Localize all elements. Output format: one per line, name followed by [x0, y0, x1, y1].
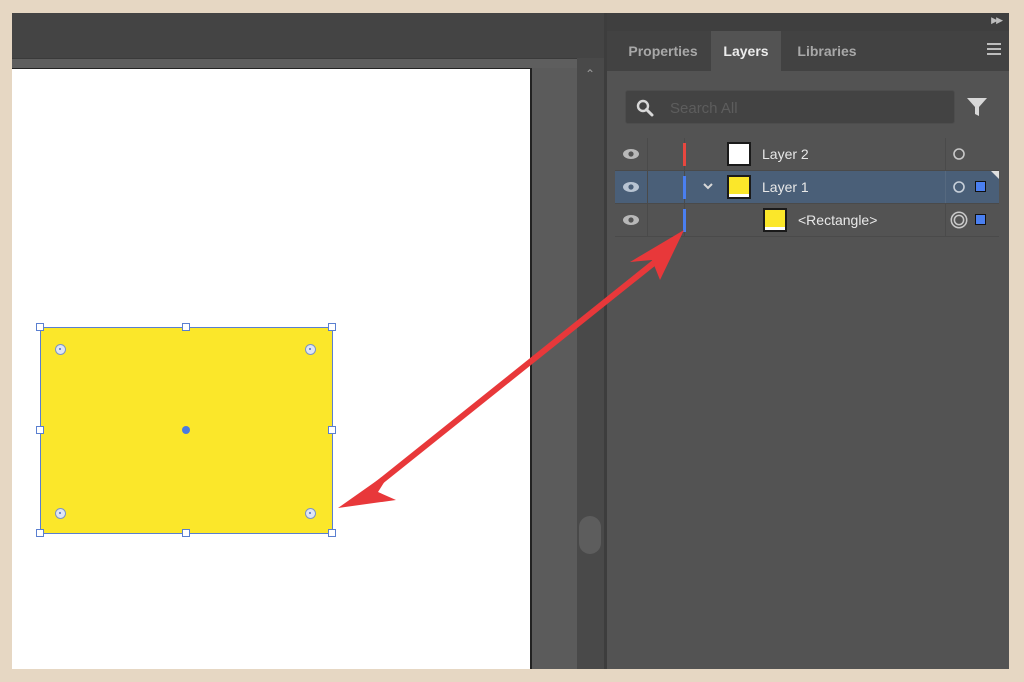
- collapse-panel-icon[interactable]: ▶▶: [991, 15, 1003, 26]
- layer-row-layer-2[interactable]: Layer 2: [615, 138, 999, 171]
- resize-handle-top-right[interactable]: [328, 323, 336, 331]
- artboard[interactable]: [12, 68, 532, 669]
- chevron-down-icon[interactable]: [701, 179, 715, 193]
- resize-handle-bottom-left[interactable]: [36, 529, 44, 537]
- layer-row-rectangle[interactable]: <Rectangle>: [615, 204, 999, 237]
- resize-handle-top[interactable]: [182, 323, 190, 331]
- layer-thumbnail: [727, 142, 751, 166]
- filter-icon[interactable]: [965, 95, 989, 119]
- selection-indicator[interactable]: [975, 214, 986, 225]
- layer-thumbnail: [727, 175, 751, 199]
- layer-color-bar: [683, 176, 686, 199]
- layer-color-bar: [683, 209, 686, 232]
- corner-radius-widget-tr[interactable]: [305, 344, 316, 355]
- layers-panel: ▶▶ Properties Layers Libraries Search Al…: [607, 13, 1009, 669]
- eye-icon[interactable]: [622, 148, 640, 160]
- canvas-area[interactable]: [12, 68, 577, 669]
- target-cell: [945, 138, 1000, 170]
- corner-radius-widget-br[interactable]: [305, 508, 316, 519]
- resize-handle-top-left[interactable]: [36, 323, 44, 331]
- resize-handle-bottom-right[interactable]: [328, 529, 336, 537]
- target-cell: [945, 204, 1000, 236]
- search-icon: [636, 99, 654, 117]
- search-box[interactable]: [625, 90, 955, 124]
- layer-color-bar: [683, 143, 686, 166]
- visibility-toggle[interactable]: [615, 204, 648, 236]
- selected-art-indicator: [991, 171, 999, 179]
- tab-layers[interactable]: Layers: [711, 31, 781, 71]
- layer-name[interactable]: Layer 1: [762, 179, 809, 195]
- lock-toggle[interactable]: [648, 204, 685, 236]
- panel-tabs: Properties Layers Libraries: [607, 31, 1009, 71]
- eye-icon[interactable]: [622, 181, 640, 193]
- corner-radius-widget-bl[interactable]: [55, 508, 66, 519]
- document-tab-bar: [12, 13, 604, 59]
- lock-toggle[interactable]: [648, 138, 685, 170]
- panel-header-strip: ▶▶: [607, 13, 1009, 31]
- layer-name[interactable]: <Rectangle>: [798, 212, 877, 228]
- yellow-rectangle[interactable]: [36, 323, 336, 537]
- target-double-ring-icon[interactable]: [950, 211, 968, 229]
- layer-thumbnail: [763, 208, 787, 232]
- illustrator-window: ⌃ ▶▶ Properties Layers Libraries Search …: [12, 13, 1009, 669]
- resize-handle-right[interactable]: [328, 426, 336, 434]
- visibility-toggle[interactable]: [615, 171, 648, 203]
- layer-name[interactable]: Layer 2: [762, 146, 809, 162]
- ruler-strip: [12, 59, 604, 68]
- target-ring-icon[interactable]: [952, 147, 966, 161]
- layers-list: Layer 2 Layer 1 <Rectangle>: [615, 138, 999, 237]
- visibility-toggle[interactable]: [615, 138, 648, 170]
- scroll-up-icon[interactable]: ⌃: [583, 67, 597, 81]
- tab-libraries[interactable]: Libraries: [783, 31, 871, 71]
- center-point[interactable]: [182, 426, 190, 434]
- resize-handle-left[interactable]: [36, 426, 44, 434]
- eye-icon[interactable]: [622, 214, 640, 226]
- tab-properties[interactable]: Properties: [615, 31, 711, 71]
- panel-menu-icon[interactable]: [987, 43, 1001, 55]
- resize-handle-bottom[interactable]: [182, 529, 190, 537]
- corner-radius-widget-tl[interactable]: [55, 344, 66, 355]
- layer-row-layer-1[interactable]: Layer 1: [615, 171, 999, 204]
- scrollbar-thumb[interactable]: [579, 516, 601, 554]
- search-input[interactable]: [668, 94, 952, 122]
- selection-indicator[interactable]: [975, 181, 986, 192]
- vertical-scrollbar[interactable]: ⌃: [577, 58, 604, 669]
- target-ring-icon[interactable]: [952, 180, 966, 194]
- lock-toggle[interactable]: [648, 171, 685, 203]
